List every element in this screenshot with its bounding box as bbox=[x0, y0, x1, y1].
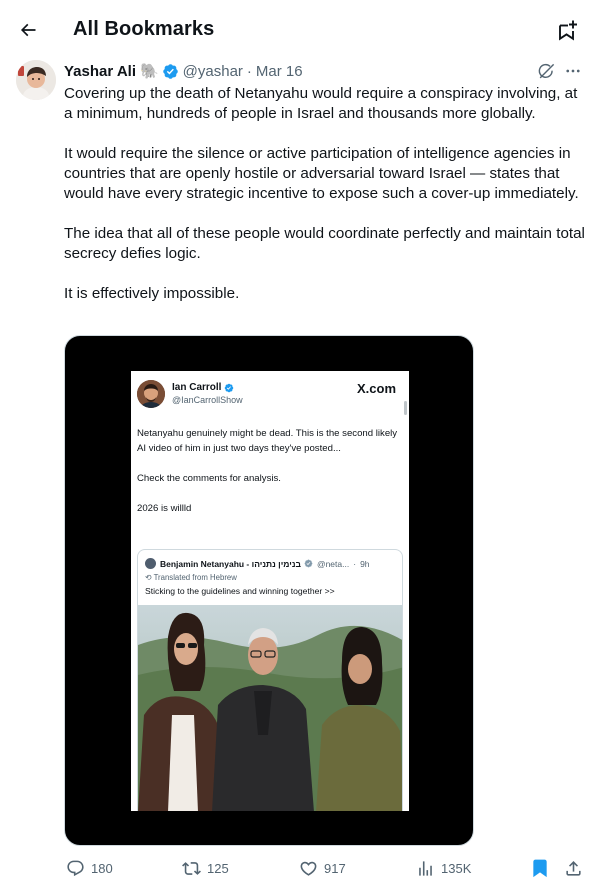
embedded-post-text: Netanyahu genuinely might be dead. This … bbox=[137, 426, 403, 531]
tweet-media[interactable]: Ian Carroll @IanCarrollShow X.com Netany… bbox=[64, 335, 474, 846]
elephant-emoji: 🐘 bbox=[139, 62, 159, 80]
verified-badge-icon bbox=[162, 63, 178, 79]
views-count: 135K bbox=[441, 860, 472, 876]
like-button[interactable]: 917 bbox=[299, 854, 346, 882]
like-count: 917 bbox=[324, 860, 346, 876]
tweet-paragraph: It would require the silence or active p… bbox=[64, 145, 579, 202]
share-icon bbox=[566, 860, 581, 876]
tweet-paragraph: The idea that all of these people would … bbox=[64, 225, 585, 262]
quoted-post-text: Sticking to the guidelines and winning t… bbox=[145, 586, 335, 596]
repost-count: 125 bbox=[207, 860, 229, 876]
bookmark-button[interactable] bbox=[530, 854, 556, 882]
quoted-author-avatar bbox=[145, 558, 156, 569]
quoted-post: Benjamin Netanyahu - בנימין נתניהו @neta… bbox=[137, 549, 403, 811]
back-button[interactable] bbox=[10, 12, 46, 48]
tweet-text: Covering up the death of Netanyahu would… bbox=[64, 84, 589, 324]
more-dots-icon bbox=[566, 69, 580, 73]
arrow-left-icon bbox=[20, 23, 36, 37]
author-handle[interactable]: @yashar bbox=[183, 63, 243, 80]
quoted-author-handle: @neta... bbox=[316, 558, 350, 569]
add-bookmark-folder-button[interactable] bbox=[550, 12, 586, 48]
embedded-author-name: Ian Carroll bbox=[172, 382, 234, 393]
embedded-scrollbar bbox=[404, 401, 407, 415]
tweet-date[interactable]: Mar 16 bbox=[256, 63, 303, 80]
author-avatar[interactable] bbox=[16, 60, 56, 100]
views-chart-icon bbox=[419, 860, 432, 876]
verified-badge-icon bbox=[304, 559, 313, 568]
quoted-post-header: Benjamin Netanyahu - בנימין נתניהו @neta… bbox=[145, 558, 370, 569]
separator-dot: · bbox=[246, 62, 252, 80]
top-bar: All Bookmarks bbox=[0, 0, 603, 60]
embedded-author-handle: @IanCarrollShow bbox=[172, 395, 243, 405]
bookmark-folder-add-icon bbox=[559, 20, 577, 41]
author-name[interactable]: Yashar Ali bbox=[64, 63, 136, 80]
reply-count: 180 bbox=[91, 860, 113, 876]
embedded-paragraph: 2026 is willld bbox=[137, 503, 192, 514]
embedded-paragraph: Netanyahu genuinely might be dead. This … bbox=[137, 428, 398, 454]
views-button[interactable]: 135K bbox=[416, 854, 471, 882]
tweet-paragraph: It is effectively impossible. bbox=[64, 285, 240, 302]
embedded-author-name-text: Ian Carroll bbox=[172, 382, 222, 393]
heart-icon bbox=[300, 861, 317, 876]
repost-icon bbox=[182, 861, 201, 875]
more-options-button[interactable] bbox=[563, 61, 583, 81]
reply-icon bbox=[67, 860, 84, 876]
tweet-header: Yashar Ali 🐘 @yashar · Mar 16 bbox=[64, 60, 303, 82]
verified-badge-icon bbox=[225, 383, 234, 392]
quoted-post-time: 9h bbox=[360, 558, 370, 569]
embedded-author-avatar bbox=[137, 380, 165, 408]
page-title: All Bookmarks bbox=[73, 18, 215, 40]
translate-icon: ⟲ bbox=[145, 573, 154, 582]
embedded-post-screenshot: Ian Carroll @IanCarrollShow X.com Netany… bbox=[131, 371, 409, 811]
repost-button[interactable]: 125 bbox=[182, 854, 229, 882]
separator-dot: · bbox=[353, 558, 357, 569]
translated-label: ⟲ Translated from Hebrew bbox=[145, 573, 237, 582]
tweet-action-bar: 180 125 917 135K bbox=[0, 854, 603, 882]
quoted-author-name: Benjamin Netanyahu - בנימין נתניהו bbox=[160, 558, 301, 569]
tweet-paragraph: Covering up the death of Netanyahu would… bbox=[64, 85, 578, 122]
translated-label-text: Translated from Hebrew bbox=[153, 573, 237, 582]
grok-icon bbox=[538, 63, 554, 78]
reply-button[interactable]: 180 bbox=[66, 854, 113, 882]
bookmark-filled-icon bbox=[533, 859, 547, 878]
quoted-post-photo bbox=[138, 605, 402, 811]
embedded-paragraph: Check the comments for analysis. bbox=[137, 473, 281, 484]
share-button[interactable] bbox=[564, 854, 589, 882]
grok-button[interactable] bbox=[536, 61, 556, 81]
x-logo-text: X.com bbox=[357, 381, 397, 396]
